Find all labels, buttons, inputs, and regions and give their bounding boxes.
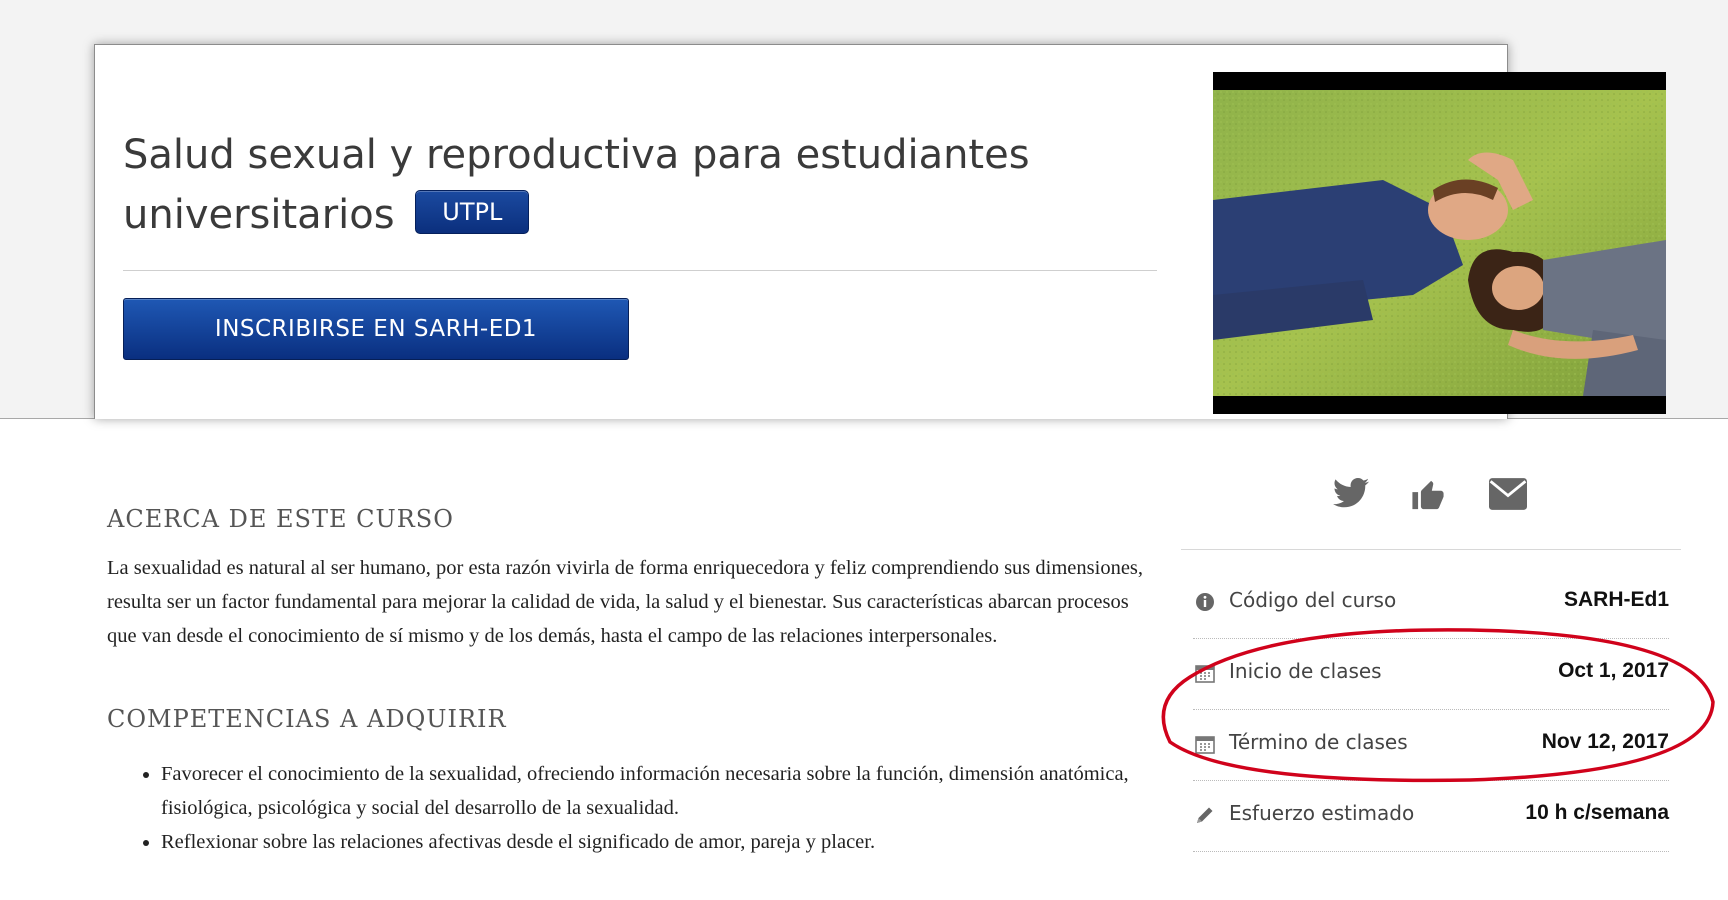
course-hero-card: Salud sexual y reproductiva para estudia…: [94, 44, 1666, 419]
fact-effort: Esfuerzo estimado 10 h c/semana: [1193, 781, 1669, 852]
pencil-icon: [1195, 805, 1215, 831]
competencies-heading: COMPETENCIAS A ADQUIRIR: [107, 705, 507, 733]
fact-course-code: Código del curso SARH-Ed1: [1193, 568, 1669, 639]
list-item: Favorecer el conocimiento de la sexualid…: [161, 757, 1147, 825]
title-divider: [123, 270, 1157, 271]
course-video[interactable]: [1213, 72, 1666, 414]
course-facts: Código del curso SARH-Ed1 Inicio de clas…: [1193, 568, 1669, 852]
calendar-icon: [1195, 734, 1215, 760]
fact-label: Inicio de clases: [1229, 659, 1382, 683]
about-heading: ACERCA DE ESTE CURSO: [107, 505, 454, 533]
info-icon: [1195, 592, 1215, 618]
envelope-icon[interactable]: [1489, 478, 1527, 515]
org-badge[interactable]: UTPL: [415, 190, 530, 234]
list-item: Reflexionar sobre las relaciones afectiv…: [161, 825, 1147, 859]
course-title-text: Salud sexual y reproductiva para estudia…: [123, 132, 1030, 238]
thumbs-up-icon[interactable]: [1411, 478, 1445, 517]
twitter-icon[interactable]: [1333, 478, 1369, 513]
fact-label: Esfuerzo estimado: [1229, 801, 1415, 825]
enroll-button[interactable]: INSCRIBIRSE EN SARH-ED1: [123, 298, 629, 360]
fact-value: Oct 1, 2017: [1558, 659, 1669, 682]
course-about-section: ACERCA DE ESTE CURSO La sexualidad es na…: [107, 505, 1147, 859]
about-text: La sexualidad es natural al ser humano, …: [107, 557, 1144, 647]
course-title: Salud sexual y reproductiva para estudia…: [123, 125, 1133, 245]
fact-label: Término de clases: [1229, 730, 1408, 754]
competencies-list: Favorecer el conocimiento de la sexualid…: [107, 757, 1147, 859]
fact-value: 10 h c/semana: [1525, 801, 1669, 824]
sidebar-divider: [1181, 549, 1681, 550]
video-thumbnail-image: [1213, 90, 1666, 396]
fact-value: Nov 12, 2017: [1541, 730, 1669, 753]
calendar-icon: [1195, 663, 1215, 689]
fact-end-date: Término de clases Nov 12, 2017: [1193, 710, 1669, 781]
fact-label: Código del curso: [1229, 588, 1397, 612]
fact-value: SARH-Ed1: [1563, 588, 1669, 611]
fact-start-date: Inicio de clases Oct 1, 2017: [1193, 639, 1669, 710]
